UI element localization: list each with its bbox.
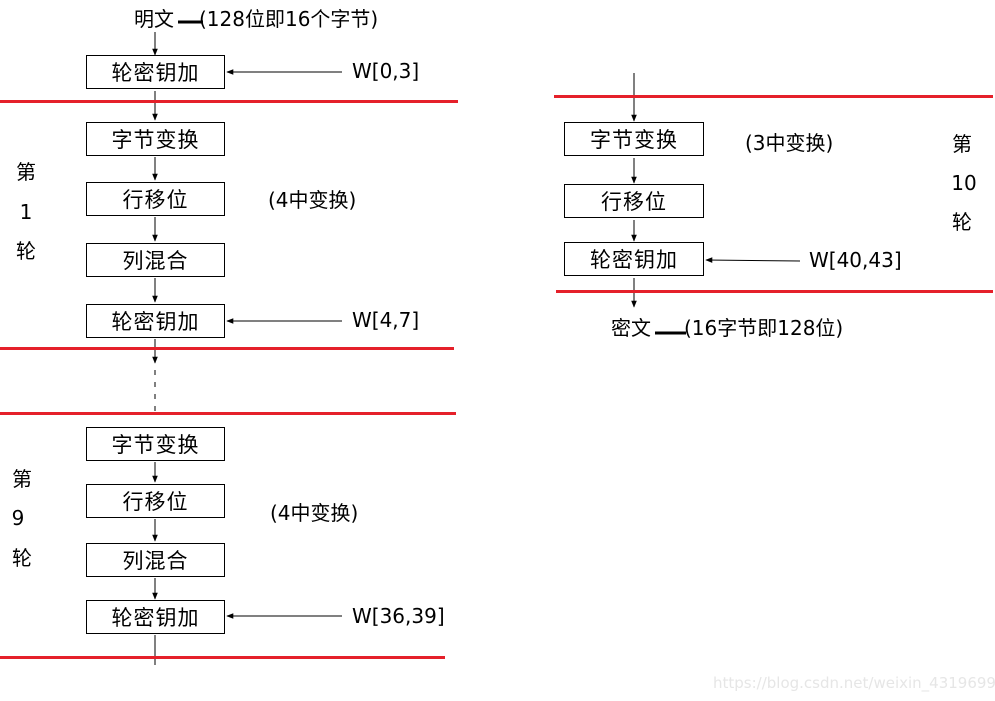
- ciphertext-label: 密文 (16字节即128位): [611, 318, 843, 338]
- key-label-w40-43: W[40,43]: [809, 248, 902, 272]
- round10-add-round-key-box: 轮密钥加: [564, 242, 704, 276]
- round10-note: (3中变换): [745, 131, 834, 155]
- round9-shiftrows-box: 行移位: [86, 484, 225, 518]
- key-label-w4-7: W[4,7]: [352, 308, 420, 332]
- round9-mixcolumns-box: 列混合: [86, 543, 225, 577]
- round-divider: [556, 290, 993, 293]
- round-divider: [0, 100, 458, 103]
- round9-label-char: 第: [12, 467, 32, 491]
- round-divider: [0, 347, 454, 350]
- round-divider: [0, 412, 456, 415]
- round10-shiftrows-box: 行移位: [564, 184, 704, 218]
- plaintext-name: 明文: [134, 7, 174, 31]
- watermark-text: https://blog.csdn.net/weixin_43196993: [713, 674, 995, 692]
- round10-label-num: 10: [951, 171, 977, 195]
- round1-add-round-key-box: 轮密钥加: [86, 304, 225, 338]
- round1-mixcolumns-box: 列混合: [86, 243, 225, 277]
- round10-label-char: 第: [952, 132, 972, 156]
- key-label-w0-3: W[0,3]: [352, 59, 420, 83]
- round1-label-num: 1: [19, 200, 33, 224]
- round10-label-char: 轮: [952, 210, 972, 234]
- round1-label-char: 轮: [16, 239, 36, 263]
- round1-label-char: 第: [16, 160, 36, 184]
- round-divider: [554, 95, 993, 98]
- round9-label-char: 轮: [12, 546, 32, 570]
- ciphertext-name: 密文: [611, 316, 651, 340]
- plaintext-label: 明文 (128位即16个字节): [134, 9, 378, 29]
- round1-note: (4中变换): [268, 188, 357, 212]
- round9-note: (4中变换): [270, 501, 359, 525]
- round10-subbytes-box: 字节变换: [564, 122, 704, 156]
- arrow-key-w40-43: [705, 257, 801, 263]
- round9-subbytes-box: 字节变换: [86, 427, 225, 461]
- ciphertext-desc: (16字节即128位): [684, 316, 844, 340]
- round1-shiftrows-box: 行移位: [86, 182, 225, 216]
- initial-add-round-key-box: 轮密钥加: [86, 55, 225, 89]
- round9-label-num: 9: [11, 506, 25, 530]
- round-divider: [0, 656, 445, 659]
- round9-add-round-key-box: 轮密钥加: [86, 600, 225, 634]
- plaintext-desc: (128位即16个字节): [199, 7, 379, 31]
- connector-lines: [152, 20, 801, 665]
- key-label-w36-39: W[36,39]: [352, 604, 445, 628]
- round1-subbytes-box: 字节变换: [86, 122, 225, 156]
